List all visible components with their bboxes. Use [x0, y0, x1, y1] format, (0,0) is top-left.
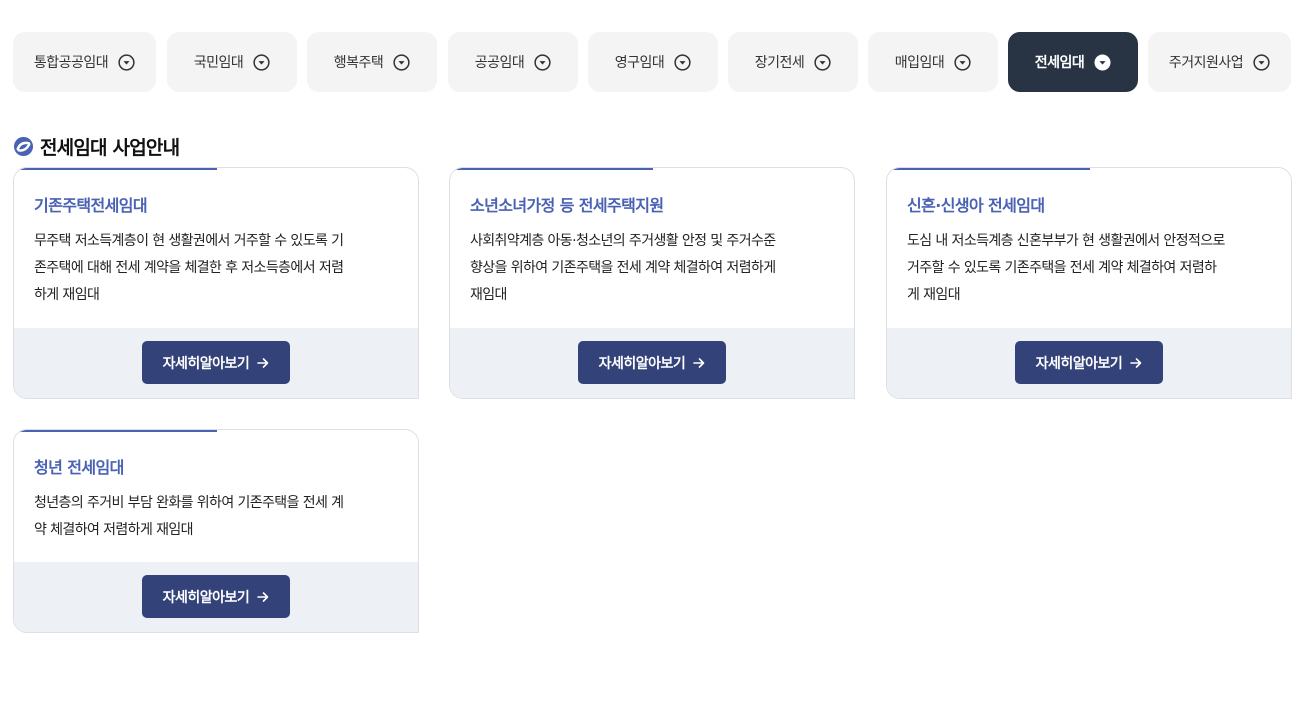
learn-more-button[interactable]: 자세히알아보기: [142, 575, 290, 618]
tab-label: 국민임대: [193, 55, 244, 71]
card-title: 신혼·신생아 전세임대: [907, 196, 1045, 215]
learn-more-button[interactable]: 자세히알아보기: [1015, 341, 1163, 384]
tab-purchase-rental[interactable]: 매입임대: [868, 32, 998, 92]
page-title: 전세임대 사업안내: [40, 137, 180, 159]
chevron-down-circle-icon: [393, 53, 410, 71]
learn-more-button[interactable]: 자세히알아보기: [578, 341, 726, 384]
chevron-down-circle-icon: [253, 53, 270, 71]
card-description: 도심 내 저소득계층 신혼부부가 현 생활권에서 안정적으로 거주할 수 있도록…: [907, 228, 1277, 309]
tab-label: 통합공공임대: [33, 55, 109, 71]
tab-jeonse-rental[interactable]: 전세임대: [1008, 32, 1138, 92]
arrow-right-icon: [1130, 357, 1142, 368]
arrow-right-icon: [257, 357, 269, 368]
tab-permanent-rental[interactable]: 영구임대: [588, 32, 718, 92]
learn-more-label: 자세히알아보기: [598, 355, 686, 372]
card-accent-line: [14, 430, 217, 432]
card-title: 청년 전세임대: [34, 458, 124, 477]
tab-label: 공공임대: [474, 55, 525, 71]
tab-label: 주거지원사업: [1168, 55, 1244, 71]
card-title: 소년소녀가정 등 전세주택지원: [470, 196, 664, 215]
chevron-down-circle-icon: [118, 53, 135, 71]
chevron-down-circle-icon: [814, 53, 831, 71]
tab-long-term-jeonse[interactable]: 장기전세: [728, 32, 858, 92]
card-description-line: 청년층의 주거비 부담 완화를 위하여 기존주택을 전세 계: [34, 495, 344, 511]
tab-label: 매입임대: [894, 55, 945, 71]
link-circle-icon: [13, 136, 34, 157]
arrow-right-icon: [693, 357, 705, 368]
card-accent-line: [450, 168, 653, 170]
program-card-newlywed: 신혼·신생아 전세임대 도심 내 저소득계층 신혼부부가 현 생활권에서 안정적…: [886, 167, 1292, 399]
chevron-down-circle-icon: [1094, 53, 1111, 71]
card-description: 사회취약계층 아동·청소년의 주거생활 안정 및 주거수준 향상을 위하여 기존…: [470, 228, 840, 309]
chevron-down-circle-icon: [1253, 53, 1270, 71]
card-description: 무주택 저소득계층이 현 생활권에서 거주할 수 있도록 기 존주택에 대해 전…: [34, 228, 404, 309]
program-card-youth-jeonse: 청년 전세임대 청년층의 주거비 부담 완화를 위하여 기존주택을 전세 계 약…: [13, 429, 419, 633]
tab-happy-housing[interactable]: 행복주택: [307, 32, 437, 92]
learn-more-label: 자세히알아보기: [162, 589, 250, 606]
card-description-line: 거주할 수 있도록 기존주택을 전세 계약 체결하여 저렴하: [907, 260, 1217, 276]
tab-public-rental[interactable]: 공공임대: [448, 32, 578, 92]
card-title: 기존주택전세임대: [34, 196, 148, 215]
tab-label: 장기전세: [754, 55, 805, 71]
learn-more-button[interactable]: 자세히알아보기: [142, 341, 290, 384]
chevron-down-circle-icon: [534, 53, 551, 71]
card-accent-line: [887, 168, 1090, 170]
card-accent-line: [14, 168, 217, 170]
arrow-right-icon: [257, 591, 269, 602]
tab-integrated-public-rental[interactable]: 통합공공임대: [13, 32, 156, 92]
learn-more-label: 자세히알아보기: [1035, 355, 1123, 372]
card-description-line: 도심 내 저소득계층 신혼부부가 현 생활권에서 안정적으로: [907, 233, 1225, 249]
card-description-line: 사회취약계층 아동·청소년의 주거생활 안정 및 주거수준: [470, 233, 776, 249]
card-description-line: 재임대: [470, 287, 507, 303]
section-heading: 전세임대 사업안내: [13, 133, 180, 160]
learn-more-label: 자세히알아보기: [162, 355, 250, 372]
card-description-line: 게 재임대: [907, 287, 961, 303]
tab-label: 전세임대: [1034, 55, 1085, 71]
tab-label: 행복주택: [333, 55, 384, 71]
card-description-line: 존주택에 대해 전세 계약을 체결한 후 저소득층에서 저렴: [34, 260, 344, 276]
tab-label: 영구임대: [614, 55, 665, 71]
card-footer: 자세히알아보기: [887, 328, 1291, 398]
card-footer: 자세히알아보기: [14, 562, 418, 632]
tab-national-rental[interactable]: 국민임대: [167, 32, 297, 92]
card-description-line: 약 체결하여 저렴하게 재임대: [34, 522, 194, 538]
program-card-youth-household: 소년소녀가정 등 전세주택지원 사회취약계층 아동·청소년의 주거생활 안정 및…: [449, 167, 855, 399]
card-description-line: 향상을 위하여 기존주택을 전세 계약 체결하여 저렴하게: [470, 260, 776, 276]
tab-housing-support[interactable]: 주거지원사업: [1148, 32, 1291, 92]
program-card-existing-housing: 기존주택전세임대 무주택 저소득계층이 현 생활권에서 거주할 수 있도록 기 …: [13, 167, 419, 399]
card-description-line: 하게 재임대: [34, 287, 100, 303]
chevron-down-circle-icon: [674, 53, 691, 71]
card-footer: 자세히알아보기: [14, 328, 418, 398]
card-footer: 자세히알아보기: [450, 328, 854, 398]
card-description-line: 무주택 저소득계층이 현 생활권에서 거주할 수 있도록 기: [34, 233, 344, 249]
card-description: 청년층의 주거비 부담 완화를 위하여 기존주택을 전세 계 약 체결하여 저렴…: [34, 490, 404, 544]
chevron-down-circle-icon: [954, 53, 971, 71]
